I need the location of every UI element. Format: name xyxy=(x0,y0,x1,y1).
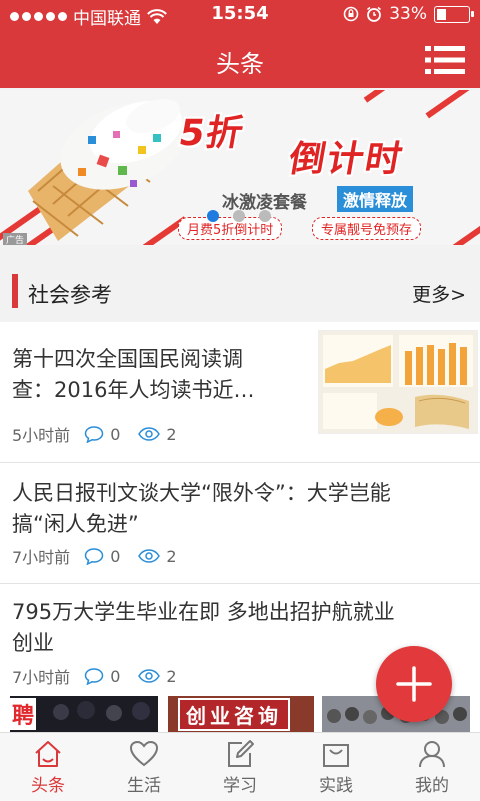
section-title: 社会参考 xyxy=(28,283,112,307)
comment-count: 0 xyxy=(84,547,120,566)
nav-bar: 头条 xyxy=(0,30,480,88)
news-title: 人民日报刊文谈大学“限外令”：大学岂能 搞“闲人免进” xyxy=(12,478,391,540)
battery-percent: 33% xyxy=(389,4,427,24)
banner-headline-1: 5折 xyxy=(175,113,249,154)
comment-count: 0 xyxy=(84,667,120,686)
add-button[interactable] xyxy=(376,646,452,722)
news-thumbnail xyxy=(318,330,478,434)
bag-icon xyxy=(323,744,349,767)
thumbnail-image: 创业咨询 xyxy=(168,696,314,732)
view-count-value: 2 xyxy=(166,546,177,566)
news-title: 795万大学生毕业在即 多地出招护航就业 创业 xyxy=(12,597,395,659)
news-meta: 7小时前 0 2 xyxy=(12,544,195,568)
status-bar: 中国联通 15:54 33% xyxy=(0,0,480,30)
news-title: 第十四次全国国民阅读调 查：2016年人均读书近… xyxy=(12,344,254,406)
tab-label: 生活 xyxy=(127,776,161,796)
view-count: 2 xyxy=(138,424,177,444)
status-right: 33% xyxy=(343,4,474,24)
tab-label: 我的 xyxy=(415,776,449,796)
heart-icon xyxy=(129,740,159,767)
menu-icon[interactable] xyxy=(425,46,465,74)
view-count: 2 xyxy=(138,666,177,686)
page-dot[interactable] xyxy=(259,210,271,222)
ice-cream-image xyxy=(28,98,186,241)
thumbnail-text: 创业咨询 xyxy=(178,698,290,731)
view-count-value: 2 xyxy=(166,424,177,444)
more-link[interactable]: 更多> xyxy=(412,280,466,307)
tab-label: 学习 xyxy=(223,776,257,796)
section-header: 社会参考 更多> xyxy=(8,262,478,322)
tab-study[interactable]: 学习 xyxy=(192,733,288,801)
comment-icon xyxy=(84,547,104,565)
user-icon xyxy=(419,741,445,768)
view-count-value: 2 xyxy=(166,666,177,686)
page-dot[interactable] xyxy=(207,210,219,222)
section-accent-bar xyxy=(12,274,18,308)
news-title-line: 第十四次全国国民阅读调 xyxy=(12,347,243,371)
eye-icon xyxy=(138,427,161,441)
news-item[interactable]: 人民日报刊文谈大学“限外令”：大学岂能 搞“闲人免进” 7小时前 0 2 xyxy=(0,462,480,584)
tab-practice[interactable]: 实践 xyxy=(288,733,384,801)
tab-label: 头条 xyxy=(31,776,65,796)
tab-me[interactable]: 我的 xyxy=(384,733,480,801)
thumbnail-image: 聘 xyxy=(10,696,158,732)
comment-count-value: 0 xyxy=(110,666,121,686)
banner-headline-2: 倒计时 xyxy=(285,139,408,180)
eye-icon xyxy=(138,549,161,563)
comment-count: 0 xyxy=(84,425,120,444)
crowd-image xyxy=(53,701,150,721)
comment-count-value: 0 xyxy=(110,546,121,566)
rotation-lock-icon xyxy=(343,6,359,22)
edit-icon xyxy=(228,740,254,767)
news-time: 5小时前 xyxy=(12,426,71,445)
home-icon xyxy=(35,741,61,767)
tab-life[interactable]: 生活 xyxy=(96,733,192,801)
promo-banner[interactable]: 5折 倒计时 冰激凌套餐 激情释放 月费5折倒计时 专属靓号免预存 广告 xyxy=(0,90,480,245)
comment-count-value: 0 xyxy=(110,424,121,444)
news-item[interactable]: 第十四次全国国民阅读调 查：2016年人均读书近… 5小时前 0 2 xyxy=(0,322,480,463)
tab-headlines[interactable]: 头条 xyxy=(0,733,96,801)
news-title-line: 搞“闲人免进” xyxy=(12,512,139,536)
banner-tag: 激情释放 xyxy=(337,186,414,212)
eye-icon xyxy=(138,669,161,683)
page-title: 头条 xyxy=(216,50,264,78)
tab-label: 实践 xyxy=(319,776,353,796)
news-title-line: 创业 xyxy=(12,631,54,655)
news-time: 7小时前 xyxy=(12,548,71,567)
tab-bar: 头条 生活 学习 实践 我的 xyxy=(0,732,480,801)
news-title-line: 查：2016年人均读书近… xyxy=(12,378,255,402)
news-title-line: 795万大学生毕业在即 多地出招护航就业 xyxy=(12,600,395,624)
comment-icon xyxy=(84,667,104,685)
ad-label: 广告 xyxy=(3,233,28,245)
plus-icon xyxy=(396,666,432,702)
thumbnail-text: 聘 xyxy=(10,698,37,730)
news-meta: 7小时前 0 2 xyxy=(12,664,195,688)
battery-icon xyxy=(434,5,474,23)
banner-page-indicator[interactable] xyxy=(207,210,271,222)
alarm-icon xyxy=(367,6,382,22)
comment-icon xyxy=(84,425,104,443)
news-title-line: 人民日报刊文谈大学“限外令”：大学岂能 xyxy=(12,481,391,505)
view-count: 2 xyxy=(138,546,177,566)
news-time: 7小时前 xyxy=(12,668,71,687)
news-meta: 5小时前 0 2 xyxy=(12,422,195,446)
banner-pill-2: 专属靓号免预存 xyxy=(312,217,422,240)
page-dot[interactable] xyxy=(233,210,245,222)
